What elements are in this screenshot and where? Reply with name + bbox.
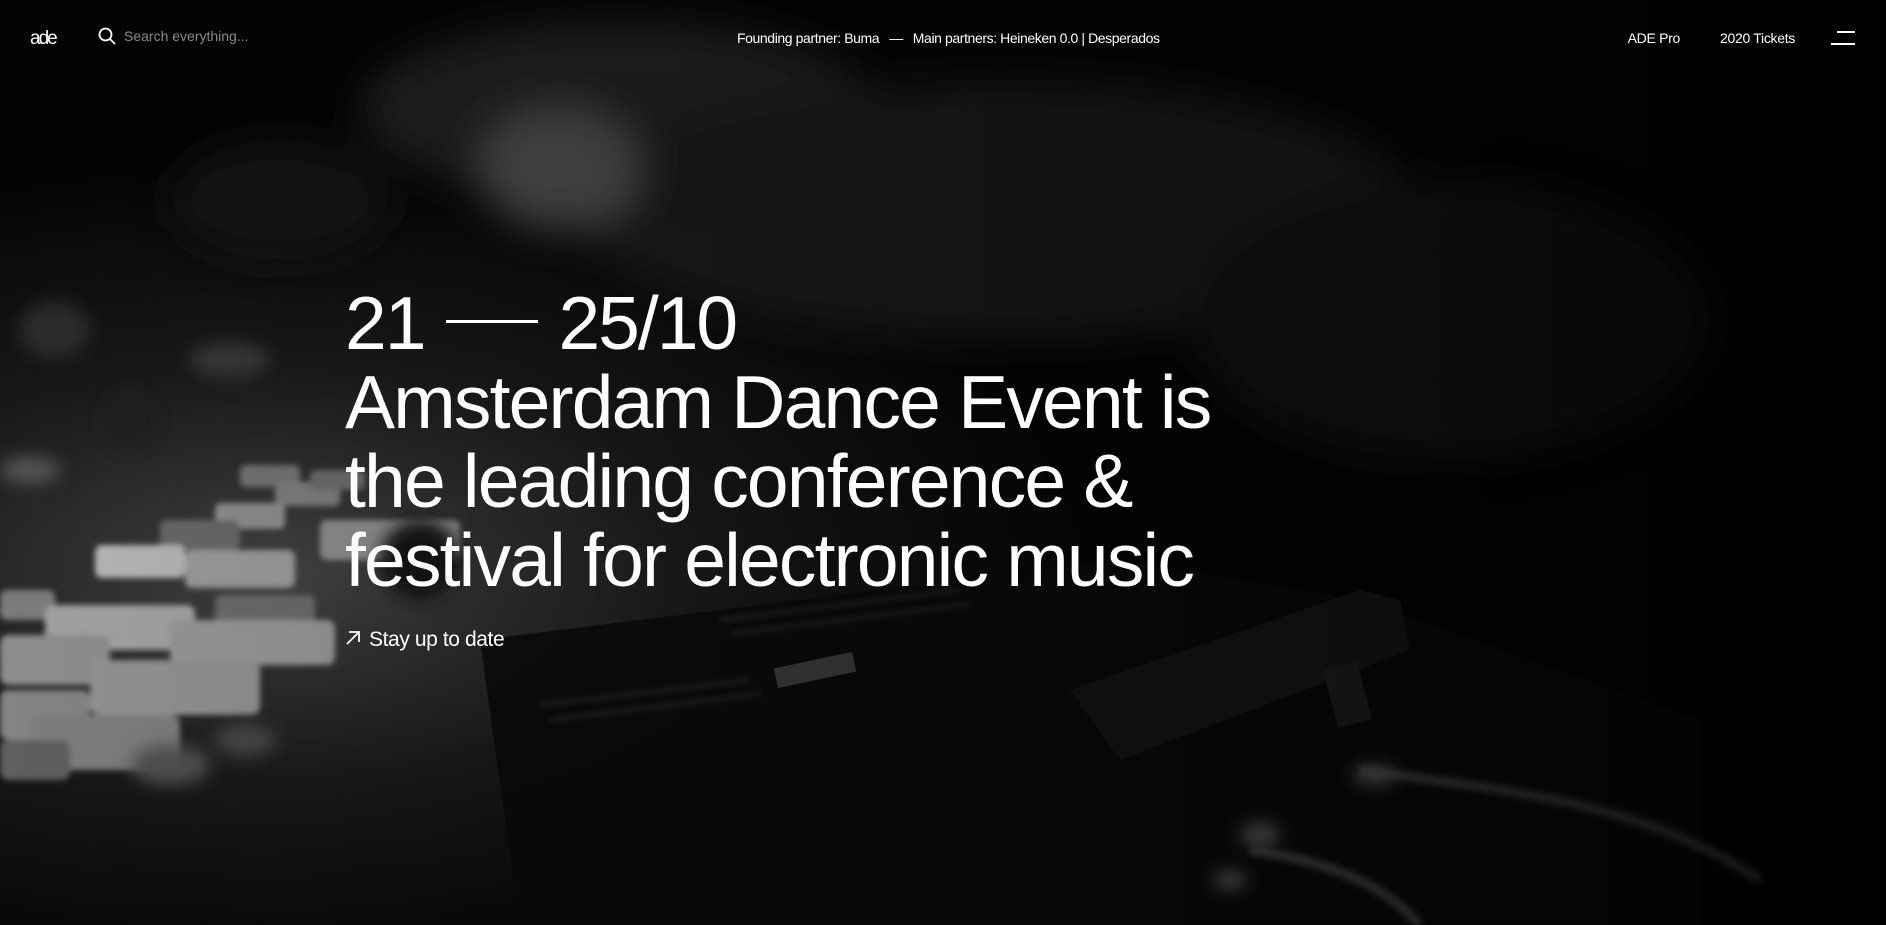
header-nav: ADE Pro 2020 Tickets bbox=[1628, 30, 1796, 46]
stay-up-to-date-link[interactable]: Stay up to date bbox=[345, 628, 505, 652]
ade-logo[interactable]: ade bbox=[30, 28, 58, 50]
headline-line: Amsterdam Dance Event is bbox=[345, 360, 1212, 444]
date-start: 21 bbox=[345, 281, 426, 365]
search-bar bbox=[98, 27, 344, 45]
main-partners-link[interactable]: Main partners: Heineken 0.0 | Desperados bbox=[913, 30, 1160, 46]
headline-line: festival for electronic music bbox=[345, 518, 1195, 602]
headline-line: the leading conference & bbox=[345, 439, 1133, 523]
top-navigation-bar: ade Founding partner: Buma — Main partners… bbox=[0, 0, 1886, 76]
date-end: 25/10 bbox=[558, 281, 738, 365]
cta-label: Stay up to date bbox=[369, 628, 505, 651]
event-dates: 21 25/10 bbox=[345, 283, 1305, 363]
hero-content: 21 25/10 Amsterdam Dance Event is the le… bbox=[345, 283, 1305, 652]
ade-pro-link[interactable]: ADE Pro bbox=[1628, 30, 1681, 46]
search-icon[interactable] bbox=[98, 27, 116, 45]
search-input[interactable] bbox=[124, 28, 344, 44]
arrow-up-right-icon bbox=[345, 628, 361, 652]
hamburger-menu-icon[interactable] bbox=[1831, 30, 1855, 46]
partners-line: Founding partner: Buma — Main partners: He… bbox=[737, 30, 1160, 46]
date-range-dash bbox=[446, 319, 539, 323]
tickets-link[interactable]: 2020 Tickets bbox=[1720, 30, 1795, 46]
hero-headline: Amsterdam Dance Event is the leading con… bbox=[345, 363, 1305, 600]
hero-section: ade Founding partner: Buma — Main partners… bbox=[0, 0, 1886, 925]
founding-partner-link[interactable]: Founding partner: Buma bbox=[737, 30, 880, 46]
partners-separator: — bbox=[889, 30, 903, 46]
